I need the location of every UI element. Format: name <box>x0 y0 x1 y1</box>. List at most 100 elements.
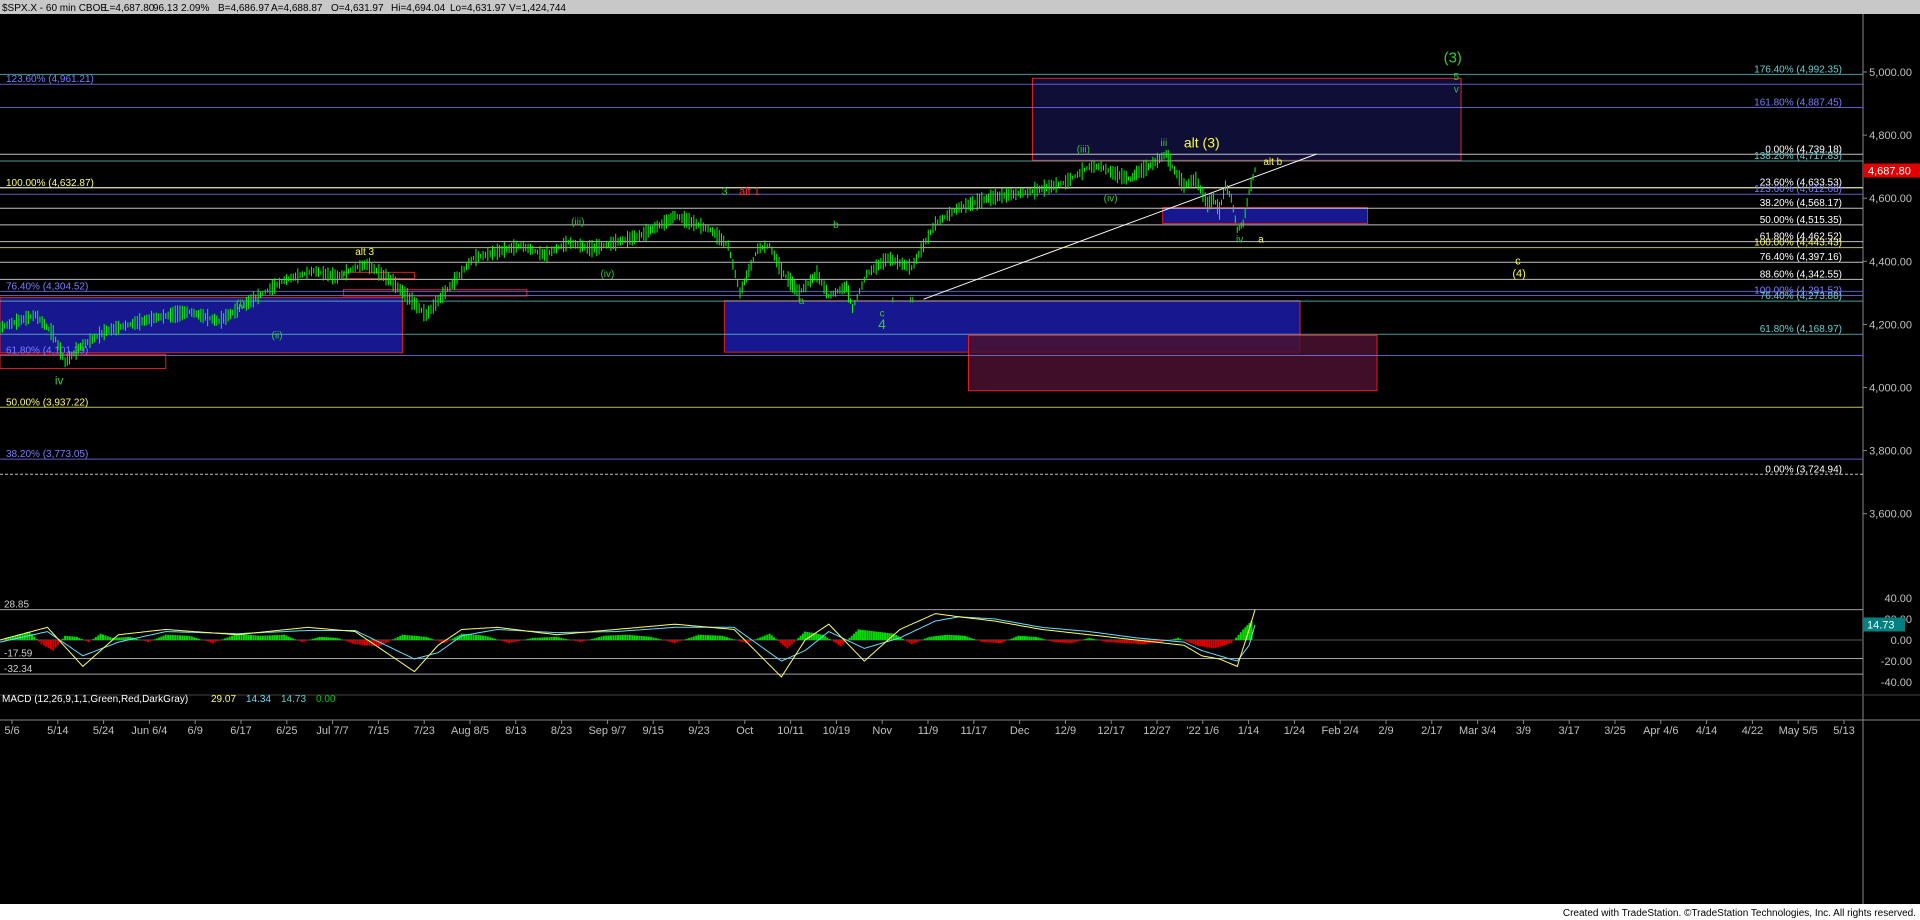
y-tick-label: 4,800.00 <box>1869 130 1912 142</box>
header-ask: A=4,688.87 <box>271 3 323 14</box>
x-tick-label: 11/9 <box>918 725 939 737</box>
x-tick-label: Jul 7/7 <box>316 725 348 737</box>
x-tick-label: 10/11 <box>777 725 804 737</box>
x-tick-label: 8/13 <box>505 725 526 737</box>
wave-label: a <box>1258 234 1264 245</box>
zone-box-4 <box>968 334 1378 392</box>
x-tick-label: Oct <box>736 725 753 737</box>
x-tick-label: Mar 3/4 <box>1459 725 1496 737</box>
macd-header-value: 0.00 <box>316 694 336 705</box>
x-tick-label: 7/23 <box>413 725 434 737</box>
x-tick-label: 5/6 <box>4 725 19 737</box>
x-tick-label: 8/23 <box>551 725 572 737</box>
macd-y-tick-label: 40.00 <box>1884 593 1912 605</box>
header-high: Hi=4,694.04 <box>391 3 446 14</box>
x-tick-label: 6/17 <box>230 725 251 737</box>
x-tick-label: 5/24 <box>93 725 114 737</box>
x-tick-label: Jun 6/4 <box>131 725 167 737</box>
wave-label: iii <box>1161 138 1168 149</box>
chart-canvas: 123.60% (4,961.21)100.00% (4,632.87)76.4… <box>0 0 1920 920</box>
x-tick-label: Feb 2/4 <box>1322 725 1359 737</box>
header-symbol: $SPX.X - 60 min CBOE <box>2 3 107 14</box>
macd-level-label: -17.59 <box>4 649 33 660</box>
x-tick-label: 6/9 <box>188 725 203 737</box>
x-tick-label: 1/14 <box>1238 725 1259 737</box>
wave-label: alt 1 <box>739 186 760 198</box>
x-tick-label: 3/9 <box>1516 725 1531 737</box>
zone-box-3 <box>1031 77 1462 161</box>
x-tick-label: 9/15 <box>642 725 663 737</box>
fib-label-4: 50.00% (3,937.22) <box>6 397 88 408</box>
x-tick-label: Aug 8/5 <box>451 725 489 737</box>
header-volume: V=1,424,744 <box>509 3 566 14</box>
wave-label: alt 3 <box>355 247 374 258</box>
x-tick-label: 2/17 <box>1421 725 1442 737</box>
fib-label-21: 0.00% (3,724.94) <box>1765 464 1842 475</box>
x-tick-label: 4/14 <box>1696 725 1717 737</box>
header-pct: 2.09% <box>181 3 209 14</box>
header-open: O=4,631.97 <box>331 3 384 14</box>
wave-label: (iii) <box>571 217 584 228</box>
footer-credit: Created with TradeStation. ©TradeStation… <box>1563 908 1916 919</box>
x-tick-label: 6/25 <box>276 725 297 737</box>
x-tick-label: Apr 4/6 <box>1643 725 1678 737</box>
x-tick-label: 12/27 <box>1143 725 1171 737</box>
x-tick-label: 1/24 <box>1284 725 1305 737</box>
fib-label-19: 76.40% (4,273.88) <box>1760 291 1842 302</box>
macd-last-label: 14.73 <box>1867 619 1895 631</box>
wave-label: 5 <box>1454 72 1460 83</box>
wave-label: (i) <box>236 299 245 310</box>
y-tick-label: 4,200.00 <box>1869 319 1912 331</box>
x-tick-label: 2/9 <box>1378 725 1393 737</box>
macd-header-value: 14.73 <box>281 694 306 705</box>
y-tick-label: 5,000.00 <box>1869 67 1912 79</box>
x-tick-label: Sep 9/7 <box>588 725 626 737</box>
y-tick-label: 4,400.00 <box>1869 256 1912 268</box>
x-tick-label: 12/17 <box>1097 725 1125 737</box>
header-low: Lo=4,631.97 <box>450 3 506 14</box>
x-tick-label: Nov <box>872 725 892 737</box>
wave-label: v <box>1454 85 1459 96</box>
fib-label-13: 50.00% (4,515.35) <box>1760 215 1842 226</box>
fib-label-6: 176.40% (4,992.35) <box>1754 64 1842 75</box>
x-tick-label: 3/17 <box>1558 725 1579 737</box>
header-bid: B=4,686.97 <box>218 3 270 14</box>
macd-y-tick-label: -40.00 <box>1881 677 1912 689</box>
fib-label-5: 38.20% (3,773.05) <box>6 449 88 460</box>
x-tick-label: 11/17 <box>960 725 987 737</box>
last-price-label: 4,687.80 <box>1868 165 1911 177</box>
wave-label: ii <box>909 294 913 305</box>
fib-label-12: 38.20% (4,568.17) <box>1760 198 1842 209</box>
fib-label-17: 88.60% (4,342.55) <box>1760 269 1842 280</box>
x-tick-label: 3/25 <box>1604 725 1625 737</box>
fib-label-11: 123.60% (4,612.68) <box>1754 184 1842 195</box>
wave-label: (4) <box>1512 268 1525 280</box>
fib-label-20: 61.80% (4,168.97) <box>1760 324 1842 335</box>
y-tick-label: 4,600.00 <box>1869 193 1912 205</box>
wave-label: a <box>799 296 805 307</box>
x-tick-label: May 5/5 <box>1779 725 1818 737</box>
x-tick-label: 4/22 <box>1742 725 1763 737</box>
macd-level-label: 28.85 <box>4 600 29 611</box>
wave-label: alt b <box>1263 157 1282 168</box>
wave-label: 3 <box>722 186 728 198</box>
fib-label-0: 123.60% (4,961.21) <box>6 74 94 85</box>
wave-label: 4 <box>878 316 886 332</box>
wave-label: (ii) <box>272 331 283 342</box>
zone-box-2 <box>1162 207 1369 224</box>
x-tick-label: 5/13 <box>1833 725 1854 737</box>
wave-label: (iv) <box>600 269 614 280</box>
macd-y-tick-label: 0.00 <box>1891 635 1912 647</box>
wave-label: (3) <box>1444 50 1462 67</box>
fib-label-7: 161.80% (4,887.45) <box>1754 98 1842 109</box>
wave-label: (iv) <box>1104 193 1118 204</box>
y-tick-label: 3,600.00 <box>1869 509 1912 521</box>
wave-label: (iii) <box>1077 144 1090 155</box>
chart-background <box>0 0 1920 920</box>
macd-y-tick-label: -20.00 <box>1881 656 1912 668</box>
x-tick-label: 7/15 <box>368 725 389 737</box>
macd-title: MACD (12,26,9,1,1,Green,Red,DarkGray) <box>2 694 188 705</box>
wave-label: c <box>1515 255 1521 267</box>
x-tick-label: 9/23 <box>688 725 709 737</box>
x-tick-label: 10/19 <box>823 725 851 737</box>
